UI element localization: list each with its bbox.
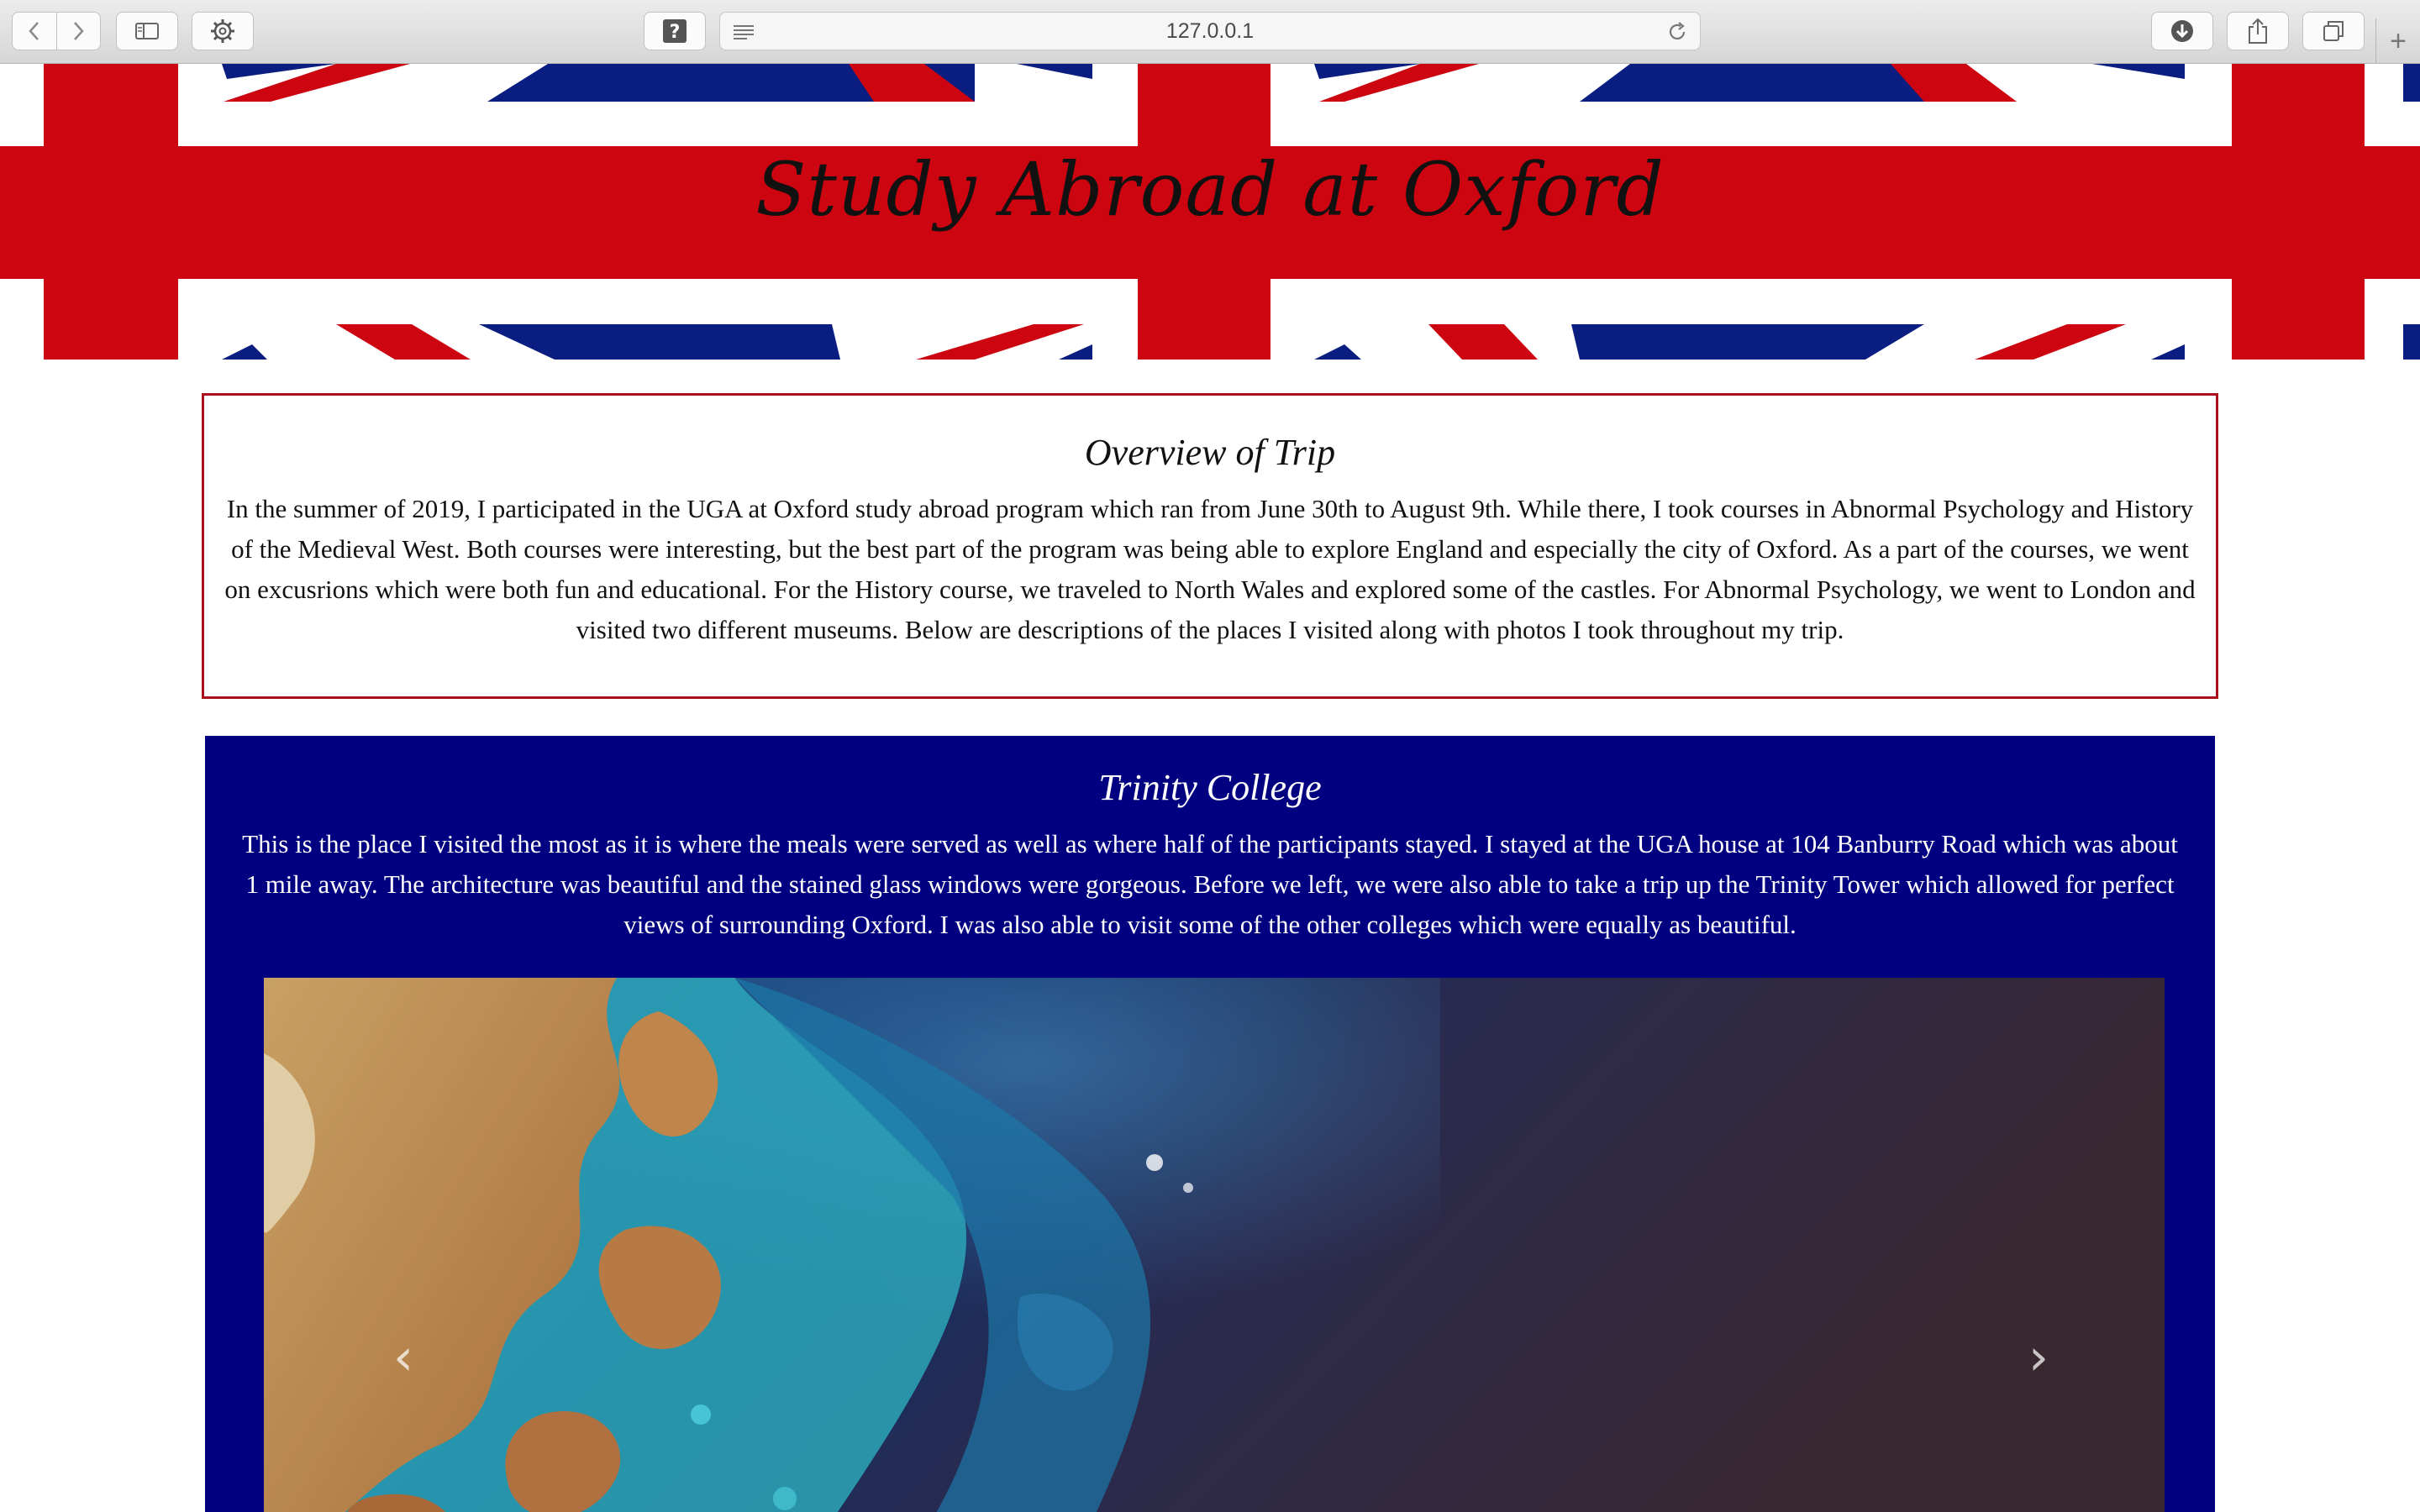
url-text: 127.0.0.1	[1165, 19, 1255, 43]
trinity-text: This is the place I visited the most as …	[242, 829, 2178, 939]
trinity-heading: Trinity College	[1098, 767, 1322, 808]
question-icon: ?	[663, 19, 687, 43]
tabs-overview-button[interactable]	[2302, 12, 2365, 50]
overview-text: In the summer of 2019, I participated in…	[224, 494, 2196, 644]
address-bar[interactable]: 127.0.0.1	[719, 12, 1701, 50]
browser-toolbar: ? 127.0.0.1 +	[0, 0, 2420, 64]
svg-text:?: ?	[670, 22, 681, 43]
page-title: Study Abroad at Oxford	[755, 146, 1665, 233]
settings-button[interactable]	[192, 12, 254, 50]
new-tab-button[interactable]: +	[2375, 18, 2420, 64]
chevron-right-icon	[74, 22, 84, 40]
help-button[interactable]: ?	[644, 12, 706, 50]
back-button[interactable]	[13, 13, 57, 50]
downloads-button[interactable]	[2151, 12, 2213, 50]
download-icon	[2171, 20, 2193, 42]
chevron-right-icon: ›	[2028, 1328, 2049, 1387]
reload-icon[interactable]	[1666, 21, 1688, 47]
gear-icon	[211, 19, 234, 43]
chevron-left-icon: ‹	[393, 1328, 413, 1387]
carousel-next-button[interactable]: ›	[2013, 1327, 2064, 1388]
trinity-college-section: Trinity College This is the place I visi…	[205, 736, 2215, 1512]
tabs-icon	[2323, 21, 2344, 41]
carousel-photo	[264, 978, 2165, 1512]
sidebar-button[interactable]	[116, 12, 178, 50]
share-button[interactable]	[2227, 12, 2289, 50]
overview-card: Overview of Trip In the summer of 2019, …	[202, 393, 2218, 699]
chevron-left-icon	[29, 22, 39, 40]
forward-button[interactable]	[57, 13, 101, 50]
photo-carousel[interactable]: ‹ ›	[264, 978, 2165, 1512]
overview-heading: Overview of Trip	[1084, 432, 1336, 473]
share-icon	[2249, 18, 2267, 44]
carousel-prev-button[interactable]: ‹	[378, 1327, 429, 1388]
sidebar-icon	[135, 23, 159, 39]
navigation-buttons	[12, 12, 101, 50]
header-banner: Study Abroad at Oxford	[0, 64, 2420, 360]
